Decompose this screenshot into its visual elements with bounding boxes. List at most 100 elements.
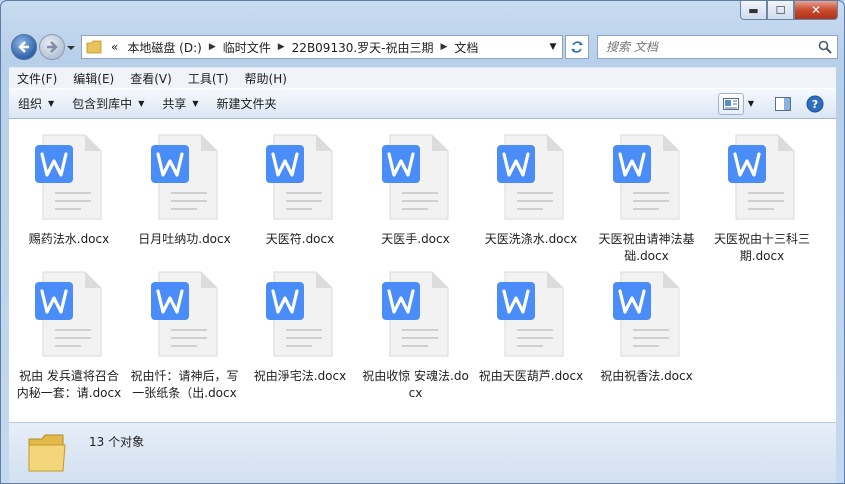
explorer-window: ▬ ☐ ✕ « 本地磁盘 (D:) ▶ 临时文件 ▶ 22B09130.罗天-祝… <box>0 0 845 484</box>
share-label: 共享 <box>162 97 187 111</box>
file-name: 祝由祝香法.docx <box>600 369 693 383</box>
file-item[interactable]: 赐药法水.docx <box>14 131 124 248</box>
file-item[interactable]: 祝由收惊 安魂法.docx <box>361 268 471 402</box>
caret-down-icon: ▼ <box>192 99 199 108</box>
maximize-icon: ☐ <box>775 3 786 17</box>
file-item[interactable]: 日月吐纳功.docx <box>130 131 240 248</box>
file-item[interactable]: 天医符.docx <box>245 131 355 248</box>
file-name: 祝由 发兵遣将召合内秘一套：请.docx <box>16 369 122 400</box>
view-controls: ▼ ? <box>718 92 836 115</box>
history-dropdown-icon[interactable] <box>66 43 76 53</box>
wps-document-icon <box>497 134 564 220</box>
minimize-icon: ▬ <box>748 3 759 17</box>
svg-text:?: ? <box>812 98 818 111</box>
search-box[interactable] <box>597 35 838 59</box>
file-item[interactable]: 祝由天医葫芦.docx <box>476 268 586 385</box>
share-button[interactable]: 共享 ▼ <box>153 95 207 112</box>
organize-button[interactable]: 组织 ▼ <box>9 95 63 112</box>
include-library-button[interactable]: 包含到库中 ▼ <box>63 95 153 112</box>
caret-down-icon: ▼ <box>48 99 55 108</box>
wps-document-icon <box>266 271 333 357</box>
chevron-right-icon[interactable]: ▶ <box>275 42 288 52</box>
menu-file[interactable]: 文件(F) <box>9 70 65 87</box>
arrow-left-icon <box>18 41 29 53</box>
file-name: 天医祝由十三科三期.docx <box>713 232 810 263</box>
refresh-button[interactable] <box>565 35 589 59</box>
preview-pane-icon <box>775 96 791 111</box>
file-item[interactable]: 祝由祝香法.docx <box>592 268 702 385</box>
maximize-button[interactable]: ☐ <box>767 1 794 20</box>
item-count: 13 个对象 <box>89 435 145 449</box>
preview-pane-button[interactable] <box>772 93 794 115</box>
wps-document-icon <box>150 271 217 357</box>
view-dropdown-icon[interactable]: ▼ <box>744 93 758 115</box>
file-item[interactable]: 祝由淨宅法.docx <box>245 268 355 385</box>
chevron-right-icon[interactable]: ▶ <box>438 42 451 52</box>
help-button[interactable]: ? <box>804 93 826 115</box>
file-item[interactable]: 祝由忏：请神后，写一张纸条（出.docx <box>130 268 240 402</box>
caret-down-icon: ▼ <box>138 99 145 108</box>
menu-help[interactable]: 帮助(H) <box>237 70 295 87</box>
command-bar: 组织 ▼ 包含到库中 ▼ 共享 ▼ 新建文件夹 ▼ ? <box>9 88 836 119</box>
search-icon[interactable] <box>818 40 832 54</box>
help-icon: ? <box>806 95 824 112</box>
refresh-icon <box>571 41 583 53</box>
menu-edit[interactable]: 编辑(E) <box>65 70 122 87</box>
file-item[interactable]: 天医手.docx <box>361 131 471 248</box>
file-name: 天医洗涤水.docx <box>484 232 578 246</box>
wps-document-icon <box>497 271 564 357</box>
view-icon <box>723 97 739 110</box>
file-list[interactable]: 赐药法水.docx 日月吐纳功.docx 天医符.docx 天医手.docx 天医洗涤水… <box>9 119 836 422</box>
file-name: 天医祝由请神法基础.docx <box>598 232 695 263</box>
address-bar[interactable]: « 本地磁盘 (D:) ▶ 临时文件 ▶ 22B09130.罗天-祝由三期 ▶ … <box>81 35 563 59</box>
folder-icon <box>86 40 102 54</box>
arrow-right-icon <box>47 41 58 53</box>
file-item[interactable]: 祝由 发兵遣将召合内秘一套：请.docx <box>14 268 124 402</box>
file-item[interactable]: 天医洗涤水.docx <box>476 131 586 248</box>
breadcrumb-docs[interactable]: 文档 <box>450 39 482 56</box>
file-name: 天医符.docx <box>265 232 335 246</box>
search-input[interactable] <box>606 40 806 54</box>
file-name: 祝由淨宅法.docx <box>253 369 347 383</box>
wps-document-icon <box>381 134 448 220</box>
chevron-right-icon[interactable]: ▶ <box>206 42 219 52</box>
close-icon: ✕ <box>810 3 822 17</box>
file-name: 祝由收惊 安魂法.docx <box>362 369 469 400</box>
wps-document-icon <box>266 134 333 220</box>
back-button[interactable] <box>11 34 37 60</box>
file-name: 天医手.docx <box>381 232 450 246</box>
minimize-button[interactable]: ▬ <box>740 1 767 20</box>
folder-icon <box>28 434 66 472</box>
wps-document-icon <box>150 134 217 220</box>
file-item[interactable]: 天医祝由请神法基础.docx <box>592 131 702 265</box>
breadcrumb-drive[interactable]: 本地磁盘 (D:) <box>123 39 205 56</box>
menu-bar: 文件(F) 编辑(E) 查看(V) 工具(T) 帮助(H) <box>9 67 836 88</box>
caption-buttons: ▬ ☐ ✕ <box>740 1 838 20</box>
wps-document-icon <box>35 271 102 357</box>
navigation-row: « 本地磁盘 (D:) ▶ 临时文件 ▶ 22B09130.罗天-祝由三期 ▶ … <box>9 34 838 60</box>
file-name: 祝由天医葫芦.docx <box>478 369 584 383</box>
change-view-button[interactable] <box>718 92 744 115</box>
close-button[interactable]: ✕ <box>794 1 838 20</box>
breadcrumb-project[interactable]: 22B09130.罗天-祝由三期 <box>288 39 438 56</box>
wps-document-icon <box>612 271 679 357</box>
file-name: 日月吐纳功.docx <box>138 232 231 246</box>
organize-label: 组织 <box>18 97 43 111</box>
file-name: 祝由忏：请神后，写一张纸条（出.docx <box>130 369 239 400</box>
new-folder-label: 新建文件夹 <box>216 97 277 111</box>
wps-document-icon <box>381 271 448 357</box>
menu-tools[interactable]: 工具(T) <box>180 70 237 87</box>
details-pane: 13 个对象 <box>9 422 836 483</box>
wps-document-icon <box>612 134 679 220</box>
breadcrumb-temp[interactable]: 临时文件 <box>219 39 275 56</box>
include-library-label: 包含到库中 <box>72 97 133 111</box>
new-folder-button[interactable]: 新建文件夹 <box>208 95 286 112</box>
wps-document-icon <box>35 134 102 220</box>
forward-button[interactable] <box>39 34 65 60</box>
address-dropdown-icon[interactable]: ▼ <box>544 42 562 52</box>
file-item[interactable]: 天医祝由十三科三期.docx <box>707 131 817 265</box>
menu-view[interactable]: 查看(V) <box>122 70 180 87</box>
breadcrumb-overflow[interactable]: « <box>106 40 123 54</box>
wps-document-icon <box>728 134 795 220</box>
file-name: 赐药法水.docx <box>28 232 110 246</box>
